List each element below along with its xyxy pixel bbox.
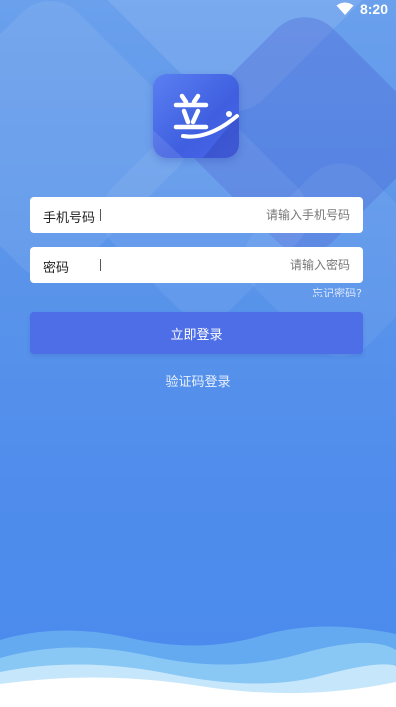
password-input[interactable] bbox=[108, 247, 350, 283]
app-logo-icon bbox=[153, 74, 239, 158]
sms-login-link[interactable]: 验证码登录 bbox=[0, 371, 396, 390]
password-label: 密码 bbox=[43, 261, 70, 276]
wave-decoration bbox=[0, 626, 396, 707]
status-bar: 8:20 bbox=[0, 0, 396, 20]
phone-label: 手机号码 bbox=[43, 211, 96, 226]
text-cursor bbox=[100, 209, 101, 221]
password-field[interactable]: 密码 bbox=[30, 247, 363, 283]
text-cursor bbox=[100, 259, 101, 271]
forgot-password-link[interactable]: 忘记密码? bbox=[312, 287, 362, 297]
phone-input[interactable] bbox=[108, 197, 350, 233]
wifi-icon bbox=[336, 1, 354, 20]
phone-field[interactable]: 手机号码 bbox=[30, 197, 363, 233]
login-button[interactable]: 立即登录 bbox=[30, 312, 363, 354]
status-time: 8:20 bbox=[359, 1, 388, 17]
